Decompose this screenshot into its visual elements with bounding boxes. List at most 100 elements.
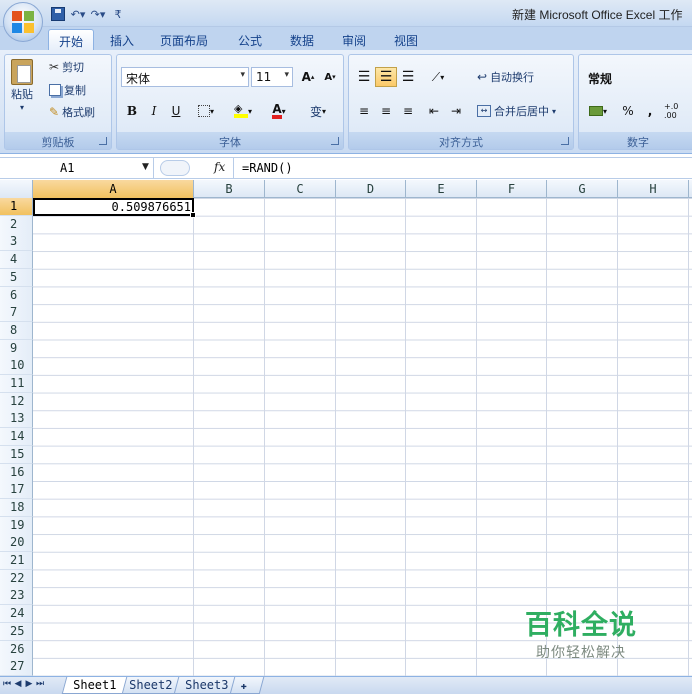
row-header[interactable]: 9 [0,339,33,358]
increase-decimal-button[interactable]: +.0 .00 [663,101,692,121]
copy-button[interactable]: 复制 [49,82,86,98]
row-header[interactable]: 20 [0,534,33,553]
row-header[interactable]: 21 [0,552,33,570]
row-header[interactable]: 26 [0,640,33,659]
column-header-h[interactable]: H [618,180,689,198]
column-header-c[interactable]: C [265,180,336,198]
number-format-combo[interactable]: 常规 [583,67,692,87]
fill-color-button[interactable]: ◈ ▾ [227,101,259,121]
shrink-font-button[interactable]: A ▾ [319,67,341,87]
row-header[interactable]: 17 [0,481,33,500]
chevron-down-icon[interactable]: ▾ [240,70,245,80]
italic-button[interactable]: I [143,101,165,121]
insert-function-icon[interactable]: fx [214,160,225,174]
paste-button[interactable]: 粘贴 ▾ [11,59,33,112]
row-header[interactable]: 27 [0,658,33,676]
chevron-down-icon[interactable]: ▼ [142,162,149,172]
orientation-button[interactable]: ⟋ ▾ [423,67,453,87]
redo-button[interactable]: ↷ ▾ [90,5,106,23]
tab-data[interactable]: 数据 [280,29,324,50]
dialog-launcher-icon[interactable] [331,137,339,145]
row-header[interactable]: 22 [0,569,33,588]
row-header[interactable]: 7 [0,304,33,323]
insert-sheet-icon: ✚ [240,681,247,692]
row-header[interactable]: 4 [0,251,33,270]
row-header[interactable]: 15 [0,445,33,464]
tab-review[interactable]: 审阅 [332,29,376,50]
decrease-indent-button[interactable]: ⇤ [423,101,445,121]
column-header-e[interactable]: E [406,180,477,198]
font-name-combo[interactable]: 宋体 ▾ [121,67,249,87]
row-header[interactable]: 8 [0,321,33,340]
row-header[interactable]: 3 [0,233,33,252]
borders-button[interactable]: ▾ [191,101,221,121]
fill-handle[interactable] [190,212,196,218]
column-header-b[interactable]: B [194,180,265,198]
row-header[interactable]: 19 [0,516,33,535]
column-header-f[interactable]: F [477,180,547,198]
bold-button[interactable]: B [121,101,143,121]
comma-button[interactable]: , [639,101,661,121]
dialog-launcher-icon[interactable] [561,137,569,145]
office-button[interactable] [3,2,43,42]
cell-a1[interactable]: 0.509876651 [33,198,194,216]
insert-sheet-button[interactable]: ✚ [229,677,265,694]
prev-sheet-icon[interactable]: ◀ [13,679,23,693]
row-header[interactable]: 11 [0,375,33,393]
align-left-button[interactable]: ≡ [353,101,375,121]
align-right-button[interactable]: ≡ [397,101,419,121]
select-all-corner[interactable] [0,180,33,198]
scissors-icon: ✂ [49,60,60,74]
currency-button[interactable]: ▾ [583,101,613,121]
undo-button[interactable]: ↶ ▾ [70,5,86,23]
row-header[interactable]: 13 [0,410,33,429]
cut-button[interactable]: ✂ 剪切 [49,59,84,75]
name-box[interactable]: A1 [0,158,154,179]
font-color-button[interactable]: A ▾ [263,101,295,121]
align-bottom-button[interactable]: ☰ [397,67,419,87]
row-header[interactable]: 23 [0,587,33,606]
row-header[interactable]: 25 [0,622,33,641]
tab-insert[interactable]: 插入 [100,29,144,50]
row-header[interactable]: 24 [0,605,33,624]
chevron-down-icon[interactable]: ▾ [284,70,289,80]
tab-page-layout[interactable]: 页面布局 [150,29,218,50]
sheet-tab-1[interactable]: Sheet1 [61,677,128,694]
column-header-g[interactable]: G [547,180,618,198]
align-top-button[interactable]: ☰ [353,67,375,87]
align-middle-button[interactable]: ☰ [375,67,397,87]
customize-qat-button[interactable]: ₹ [110,5,126,23]
row-header[interactable]: 10 [0,357,33,376]
row-header[interactable]: 18 [0,498,33,517]
save-icon [51,7,65,21]
align-center-button[interactable]: ≡ [375,101,397,121]
phonetic-button[interactable]: 变 ▾ [301,101,335,121]
wrap-text-button[interactable]: ↩ 自动换行 [477,69,534,85]
last-sheet-icon[interactable]: ⏭ [35,679,45,693]
tab-view[interactable]: 视图 [384,29,428,50]
grow-font-icon: A [301,70,311,84]
row-header[interactable]: 5 [0,268,33,287]
row-header[interactable]: 16 [0,463,33,482]
column-header-a[interactable]: A [33,180,194,198]
formula-input[interactable]: =RAND() [242,161,293,175]
next-sheet-icon[interactable]: ▶ [24,679,34,693]
dialog-launcher-icon[interactable] [99,137,107,145]
row-header[interactable]: 1 [0,198,33,216]
row-header[interactable]: 12 [0,392,33,411]
font-size-combo[interactable]: 11 ▾ [251,67,293,87]
first-sheet-icon[interactable]: ⏮ [2,679,12,693]
tab-home[interactable]: 开始 [48,29,95,50]
underline-button[interactable]: U [165,101,187,121]
row-header[interactable]: 2 [0,215,33,234]
percent-button[interactable]: % [617,101,639,121]
grow-font-button[interactable]: A ▴ [297,67,319,87]
row-header[interactable]: 14 [0,428,33,447]
tab-formulas[interactable]: 公式 [228,29,272,50]
merge-center-button[interactable]: ↔ 合并后居中 ▾ [477,103,556,119]
row-header[interactable]: 6 [0,286,33,305]
save-button[interactable] [50,5,66,23]
increase-indent-button[interactable]: ⇥ [445,101,467,121]
format-painter-button[interactable]: ✎ 格式刷 [49,104,95,120]
column-header-d[interactable]: D [336,180,406,198]
